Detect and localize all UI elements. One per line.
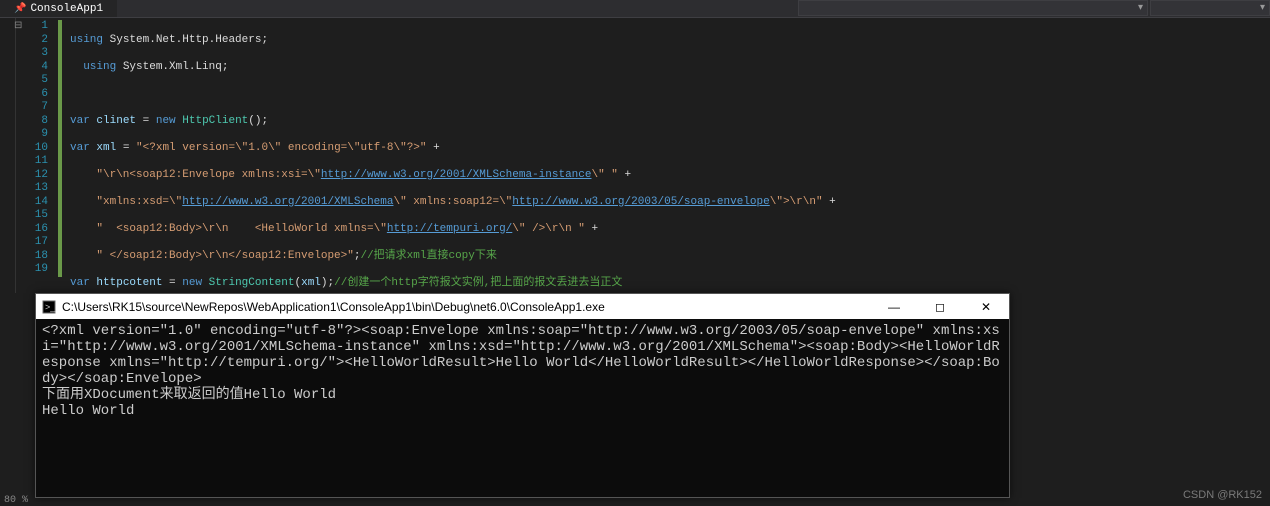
console-output[interactable]: <?xml version="1.0" encoding="utf-8"?><s… (36, 319, 1009, 423)
nav-dropdowns: ▾ ▾ (798, 0, 1270, 17)
code-editor[interactable]: ⊟ 123 456 789 101112 131415 161718 19 us… (0, 18, 1270, 293)
code-area[interactable]: using System.Net.Http.Headers; using Sys… (66, 18, 1270, 293)
tab-strip: 📌 ConsoleApp1 ▾ ▾ (0, 0, 1270, 18)
status-zoom: 80 % (0, 495, 28, 505)
close-button[interactable]: ✕ (963, 294, 1009, 319)
console-window: >_ C:\Users\RK15\source\NewRepos\WebAppl… (35, 293, 1010, 498)
collapse-icon[interactable]: ⊟ (14, 20, 22, 32)
change-bar (56, 18, 66, 293)
breakpoint-margin[interactable]: ⊟ (0, 18, 16, 293)
watermark: CSDN @RK152 (1183, 489, 1262, 501)
pin-icon: 📌 (14, 3, 26, 15)
maximize-button[interactable]: ◻ (917, 294, 963, 319)
scope-dropdown[interactable]: ▾ (798, 0, 1148, 16)
tab-title: ConsoleApp1 (30, 3, 103, 15)
minimize-button[interactable]: — (871, 294, 917, 319)
console-icon: >_ (42, 300, 56, 314)
console-titlebar[interactable]: >_ C:\Users\RK15\source\NewRepos\WebAppl… (36, 294, 1009, 319)
svg-text:>_: >_ (45, 302, 56, 312)
line-numbers: 123 456 789 101112 131415 161718 19 (16, 18, 56, 293)
member-dropdown[interactable]: ▾ (1150, 0, 1270, 16)
console-title: C:\Users\RK15\source\NewRepos\WebApplica… (62, 300, 605, 314)
editor-tab[interactable]: 📌 ConsoleApp1 (0, 0, 117, 17)
